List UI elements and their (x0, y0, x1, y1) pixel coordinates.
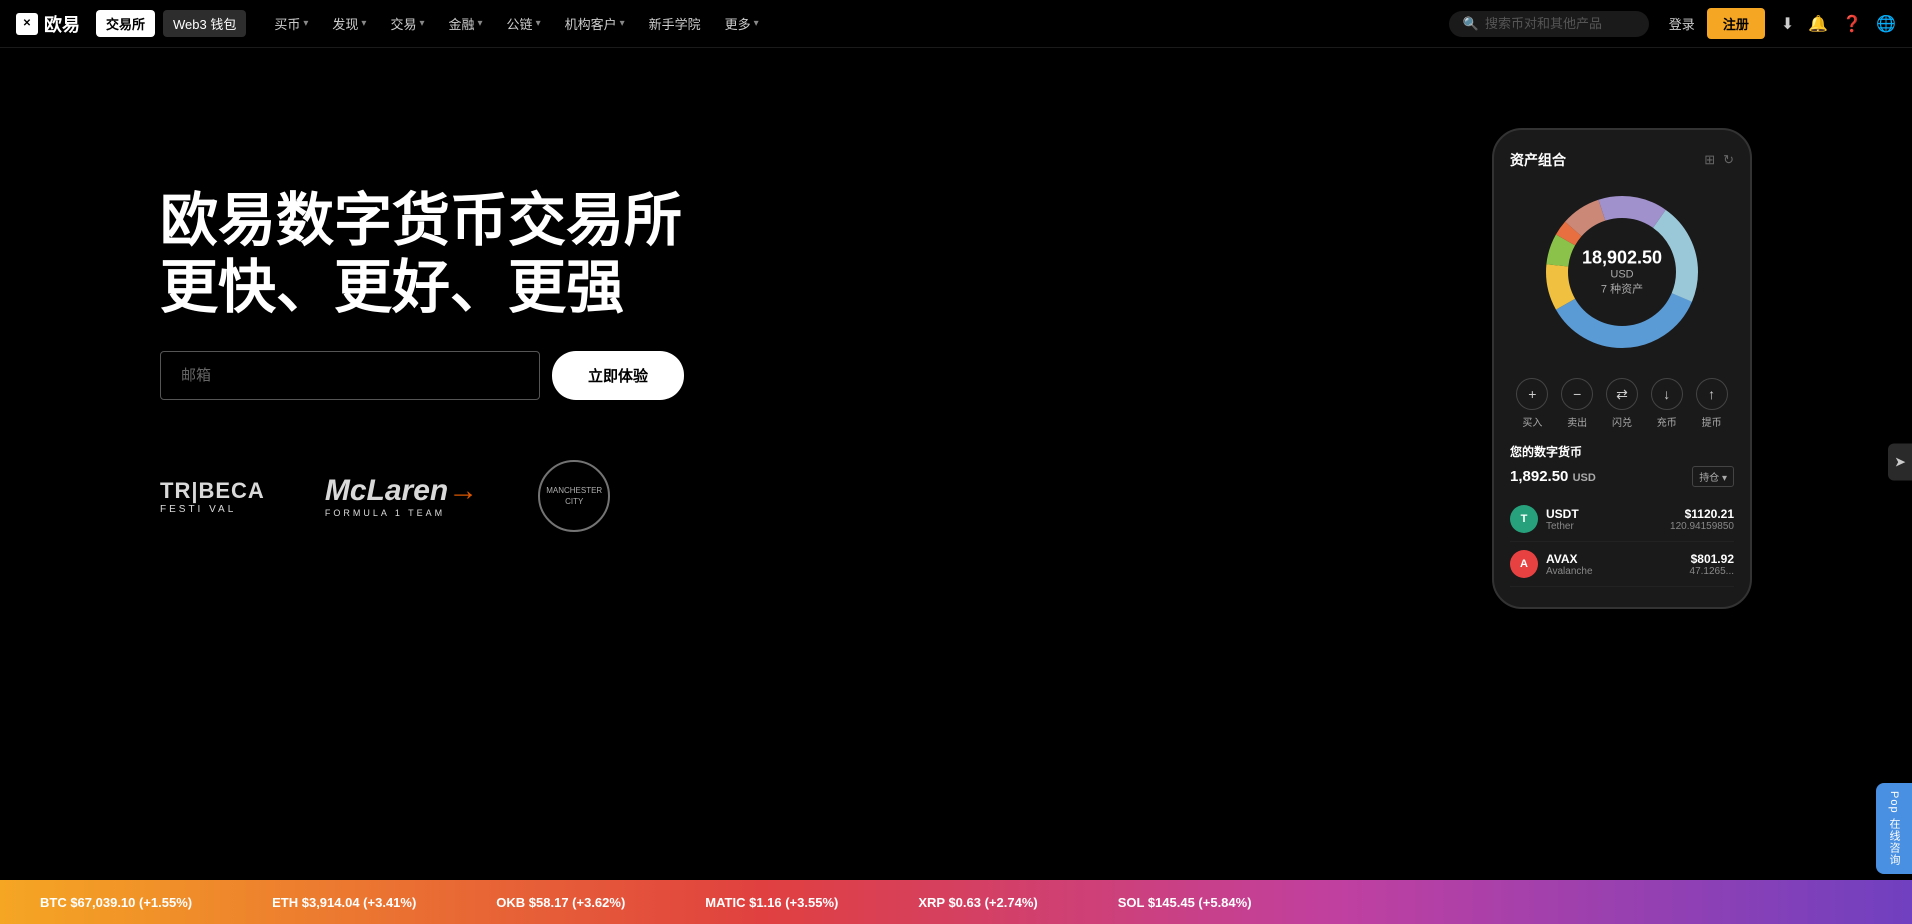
register-button[interactable]: 注册 (1707, 8, 1765, 39)
partner-mclaren: McLaren→ FORMULA 1 TEAM (325, 474, 478, 518)
ticker-item: SOL $145.45 (+5.84%) (1078, 895, 1292, 910)
phone-refresh-icon[interactable]: ↻ (1723, 152, 1734, 168)
nav-item-institutional[interactable]: 机构客户▾ (553, 8, 637, 39)
partner-tribeca: TR|BECA FESTI VAL (160, 478, 265, 515)
coin-row-avax: A AVAX Avalanche $801.92 47.1265... (1510, 542, 1734, 587)
phone-mockup: 资产组合 ⊞ ↻ (1492, 128, 1752, 609)
usdt-name: USDT (1546, 507, 1579, 521)
search-box[interactable]: 🔍 (1449, 11, 1649, 37)
usdt-fullname: Tether (1546, 521, 1579, 532)
tab-wallet[interactable]: Web3 钱包 (163, 10, 246, 37)
ticker-inner: BTC $67,039.10 (+1.55%)ETH $3,914.04 (+3… (0, 895, 1912, 910)
phone-action-buy[interactable]: + 买入 (1516, 378, 1548, 429)
chat-button[interactable]: Pop 在线咨询 (1876, 783, 1912, 874)
ticker-item: OKB $58.17 (+3.62%) (456, 895, 665, 910)
hero-title: 欧易数字货币交易所 更快、更好、更强 (160, 188, 1452, 321)
phone-title: 资产组合 (1510, 150, 1566, 170)
phone-section-title: 您的数字货币 (1510, 443, 1734, 460)
sidebar-arrow[interactable]: ➤ (1888, 444, 1912, 481)
donut-center: 18,902.50 USD 7 种资产 (1582, 248, 1662, 297)
hold-button[interactable]: 持仓 ▾ (1692, 466, 1734, 487)
hero-left: 欧易数字货币交易所 更快、更好、更强 立即体验 TR|BECA FESTI VA… (160, 108, 1452, 532)
convert-label: 闪兑 (1612, 414, 1632, 429)
usdt-value: $1120.21 (1670, 507, 1734, 521)
phone-balance-row: 1,892.50 USD 持仓 ▾ (1510, 466, 1734, 487)
login-button[interactable]: 登录 (1669, 14, 1695, 33)
email-input[interactable] (160, 351, 540, 400)
nav-item-academy[interactable]: 新手学院 (637, 8, 713, 39)
buy-label: 买入 (1522, 414, 1542, 429)
ticker-item: XRP $0.63 (+2.74%) (878, 895, 1077, 910)
phone-action-withdraw[interactable]: ↑ 提币 (1696, 378, 1728, 429)
logo[interactable]: ✕ 欧易 (16, 11, 80, 37)
avax-qty: 47.1265... (1690, 566, 1734, 577)
sell-icon: − (1561, 378, 1593, 410)
bell-icon[interactable]: 🔔 (1808, 14, 1828, 34)
avax-name: AVAX (1546, 552, 1593, 566)
phone-grid-icon[interactable]: ⊞ (1704, 152, 1715, 168)
donut-chart: 18,902.50 USD 7 种资产 (1532, 182, 1712, 362)
partners: TR|BECA FESTI VAL McLaren→ FORMULA 1 TEA… (160, 460, 1452, 532)
globe-icon[interactable]: 🌐 (1876, 14, 1896, 34)
nav-menu: 买币▾ 发现▾ 交易▾ 金融▾ 公链▾ 机构客户▾ 新手学院 更多▾ (262, 8, 770, 39)
nav-item-trade[interactable]: 交易▾ (378, 8, 436, 39)
nav-item-discover[interactable]: 发现▾ (320, 8, 378, 39)
avax-fullname: Avalanche (1546, 566, 1593, 577)
logo-icon: ✕ (16, 13, 38, 35)
ticker-bar: BTC $67,039.10 (+1.55%)ETH $3,914.04 (+3… (0, 880, 1912, 924)
navbar: ✕ 欧易 交易所 Web3 钱包 买币▾ 发现▾ 交易▾ 金融▾ 公链▾ 机构客… (0, 0, 1912, 48)
withdraw-label: 提币 (1702, 414, 1722, 429)
deposit-icon: ↓ (1651, 378, 1683, 410)
ticker-item: ETH $3,914.04 (+3.41%) (232, 895, 456, 910)
phone-action-convert[interactable]: ⇄ 闪兑 (1606, 378, 1638, 429)
partner-manchester: MANCHESTERCITY (538, 460, 610, 532)
download-icon[interactable]: ⬇ (1781, 14, 1794, 34)
phone-action-sell[interactable]: − 卖出 (1561, 378, 1593, 429)
phone-actions: + 买入 − 卖出 ⇄ 闪兑 ↓ 充币 ↑ 提币 (1510, 378, 1734, 429)
nav-item-chain[interactable]: 公链▾ (495, 8, 553, 39)
nav-item-finance[interactable]: 金融▾ (437, 8, 495, 39)
nav-actions: 登录 注册 (1669, 8, 1765, 39)
help-icon[interactable]: ❓ (1842, 14, 1862, 34)
tab-exchange[interactable]: 交易所 (96, 10, 155, 37)
withdraw-icon: ↑ (1696, 378, 1728, 410)
usdt-icon: T (1510, 505, 1538, 533)
donut-currency: USD (1582, 269, 1662, 281)
convert-icon: ⇄ (1606, 378, 1638, 410)
ticker-item: BTC $67,039.10 (+1.55%) (0, 895, 232, 910)
avax-icon: A (1510, 550, 1538, 578)
buy-icon: + (1516, 378, 1548, 410)
phone-balance: 1,892.50 USD (1510, 468, 1596, 485)
ticker-item: MATIC $1.16 (+3.55%) (665, 895, 878, 910)
usdt-qty: 120.94159850 (1670, 521, 1734, 532)
phone-frame: 资产组合 ⊞ ↻ (1492, 128, 1752, 609)
coin-row-usdt: T USDT Tether $1120.21 120.94159850 (1510, 497, 1734, 542)
donut-assets: 7 种资产 (1582, 281, 1662, 297)
avax-value: $801.92 (1690, 552, 1734, 566)
logo-text: 欧易 (44, 11, 80, 37)
sell-label: 卖出 (1567, 414, 1587, 429)
start-button[interactable]: 立即体验 (552, 351, 684, 400)
nav-icons: ⬇ 🔔 ❓ 🌐 (1781, 14, 1896, 34)
nav-item-more[interactable]: 更多▾ (713, 8, 771, 39)
deposit-label: 充币 (1657, 414, 1677, 429)
donut-amount: 18,902.50 (1582, 248, 1662, 269)
hero-section: 欧易数字货币交易所 更快、更好、更强 立即体验 TR|BECA FESTI VA… (0, 48, 1912, 768)
hero-email-row: 立即体验 (160, 351, 1452, 400)
search-input[interactable] (1485, 16, 1625, 31)
search-icon: 🔍 (1463, 16, 1479, 32)
nav-item-buy[interactable]: 买币▾ (262, 8, 320, 39)
arrow-icon: ➤ (1894, 454, 1906, 470)
phone-header: 资产组合 ⊞ ↻ (1510, 150, 1734, 170)
phone-action-deposit[interactable]: ↓ 充币 (1651, 378, 1683, 429)
